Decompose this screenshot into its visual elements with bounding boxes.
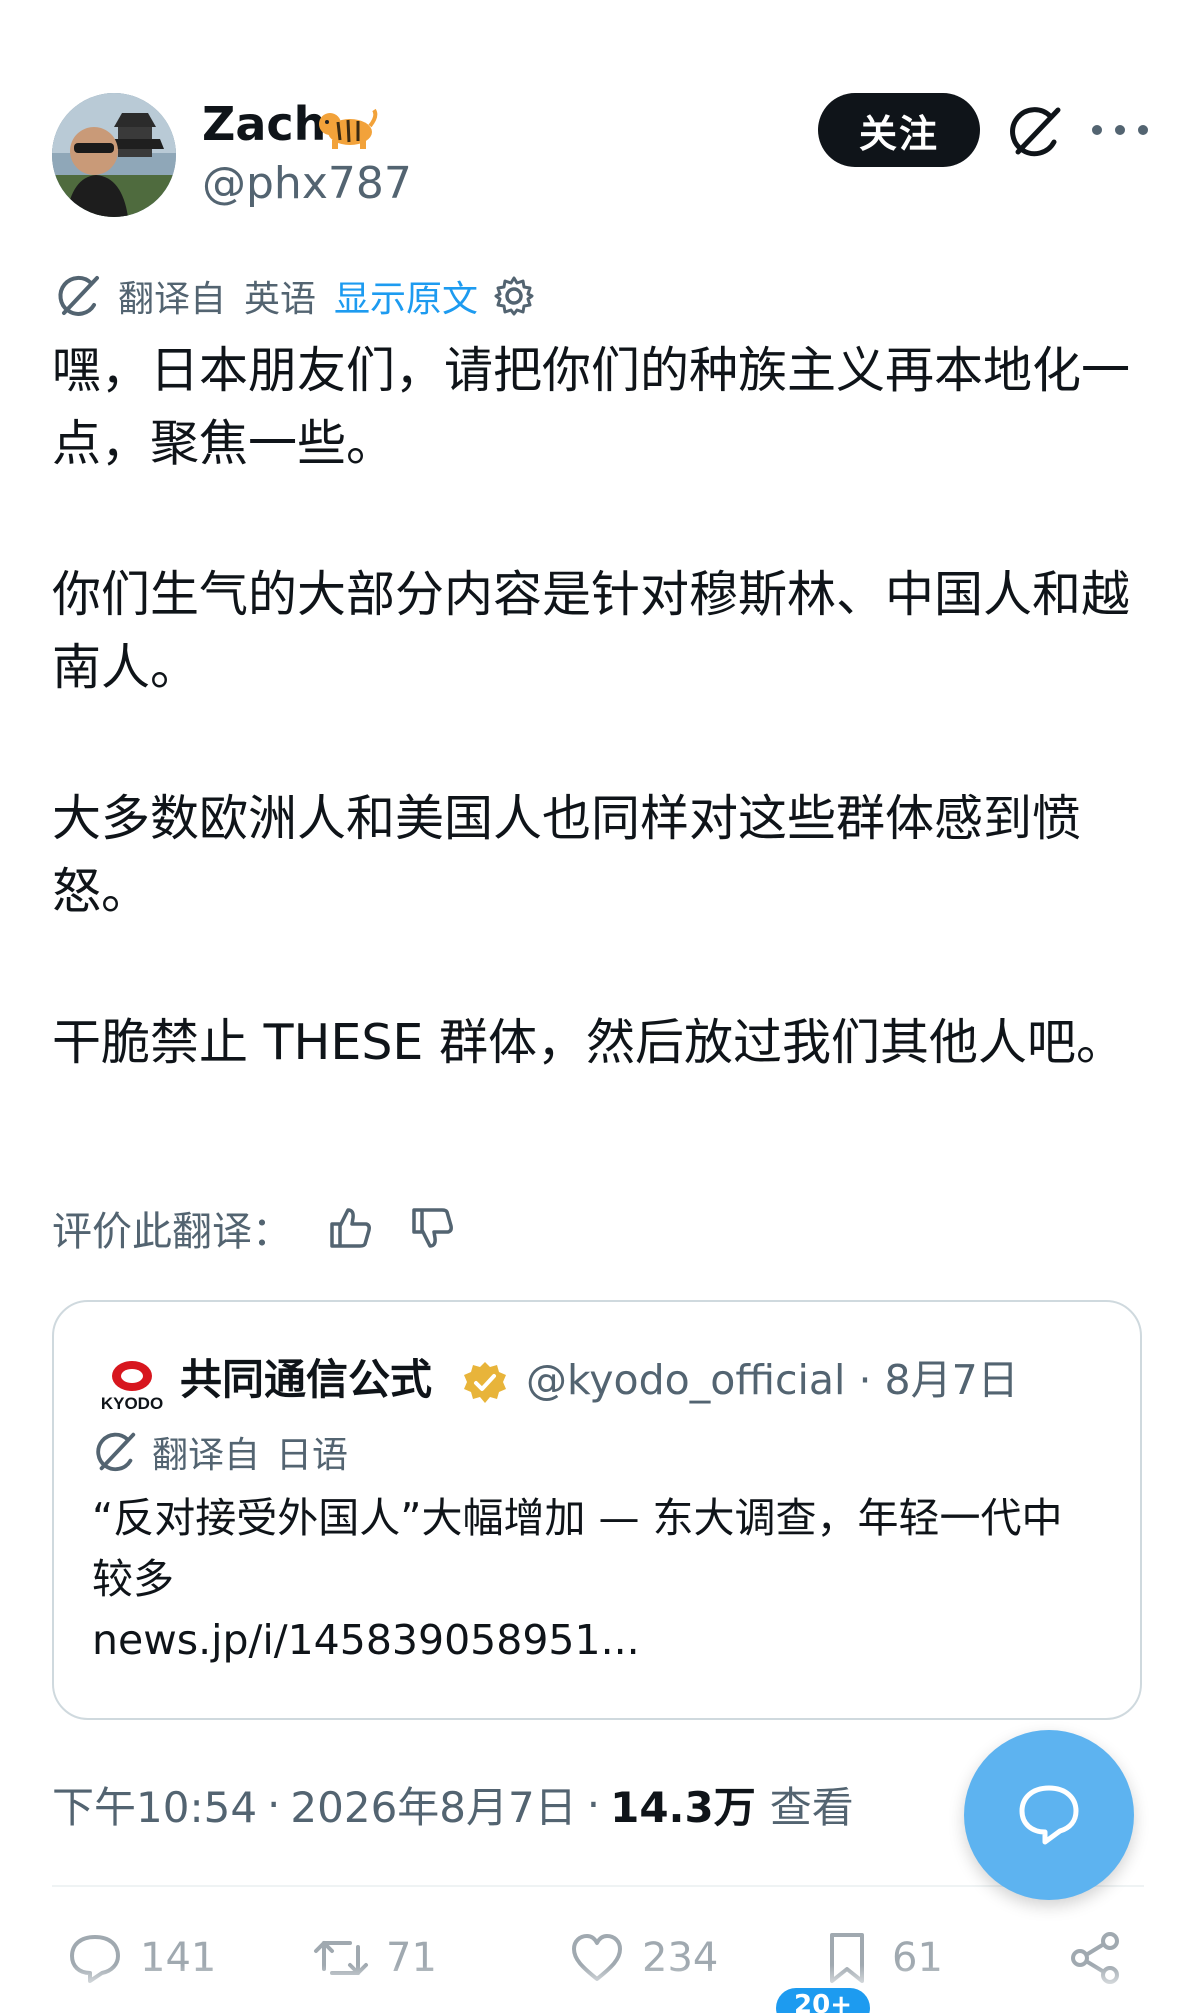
separator-dot: · bbox=[267, 1779, 281, 1829]
new-posts-pill[interactable]: 20+ bbox=[776, 1988, 870, 2013]
source-language: 英语 bbox=[244, 279, 317, 320]
more-icon[interactable] bbox=[1092, 110, 1148, 150]
quoted-author-name[interactable]: 共同通信公式 bbox=[180, 1352, 432, 1408]
gear-icon[interactable] bbox=[492, 274, 536, 318]
tweet-time[interactable]: 下午10:54 bbox=[52, 1774, 257, 1835]
translated-from-label: 翻译自 bbox=[152, 1435, 261, 1476]
tweet-detail-page: Zach @phx787 关注 翻译自 英语 显示原文 嘿，日本朋友们，请把你们… bbox=[0, 0, 1200, 2013]
rate-translation-label: 评价此翻译： bbox=[52, 1209, 292, 1255]
tweet-text: 嘿，日本朋友们，请把你们的种族主义再本地化一点，聚焦一些。 你们生气的大部分内容… bbox=[52, 334, 1152, 1079]
separator-dot: · bbox=[586, 1779, 601, 1829]
translated-from-label: 翻译自 bbox=[118, 279, 227, 320]
bottom-fade bbox=[0, 1965, 1200, 2013]
grok-icon[interactable] bbox=[1006, 102, 1066, 162]
grok-translate-icon bbox=[58, 275, 99, 316]
quoted-handle-date: @kyodo_official · 8月7日 bbox=[526, 1356, 1019, 1404]
author-handle[interactable]: @phx787 bbox=[202, 156, 412, 212]
kyodo-logo: KYODO bbox=[101, 1361, 163, 1413]
tweet-paragraph: 你们生气的大部分内容是针对穆斯林、中国人和越南人。 bbox=[52, 566, 1131, 696]
quoted-tweet-card[interactable]: KYODO 共同通信公式 @kyodo_official · 8月7日 翻译自 … bbox=[52, 1300, 1142, 1720]
views-label: 查看 bbox=[769, 1782, 854, 1832]
views-count: 14.3万 bbox=[610, 1782, 756, 1832]
translation-bar: 翻译自 英语 显示原文 bbox=[54, 268, 536, 324]
quoted-translation-bar: 翻译自 日语 bbox=[92, 1424, 348, 1480]
divider bbox=[52, 1885, 1144, 1887]
svg-text:KYODO: KYODO bbox=[101, 1394, 163, 1413]
chat-bubble-icon bbox=[1019, 1785, 1079, 1845]
quoted-headline: “反对接受外国人”大幅增加 — 东大调查，年轻一代中较多 bbox=[92, 1494, 1063, 1603]
avatar[interactable] bbox=[52, 93, 176, 217]
rate-translation: 评价此翻译： bbox=[52, 1198, 456, 1258]
compose-reply-button[interactable] bbox=[964, 1730, 1134, 1900]
tiger-emoji-icon bbox=[318, 104, 378, 150]
tweet-paragraph: 嘿，日本朋友们，请把你们的种族主义再本地化一点，聚焦一些。 bbox=[52, 342, 1131, 472]
show-original-link[interactable]: 显示原文 bbox=[334, 270, 478, 322]
tweet-paragraph: 干脆禁止 THESE 群体，然后放过我们其他人吧。 bbox=[52, 1014, 1125, 1071]
tweet-meta: 下午10:54 · 2026年8月7日 · 14.3万 查看 bbox=[52, 1774, 854, 1834]
source-language: 日语 bbox=[276, 1435, 349, 1476]
tweet-date[interactable]: 2026年8月7日 bbox=[290, 1774, 576, 1835]
tweet-paragraph: 大多数欧洲人和美国人也同样对这些群体感到愤怒。 bbox=[52, 790, 1082, 920]
thumbs-down-icon[interactable] bbox=[408, 1204, 456, 1252]
follow-button[interactable]: 关注 bbox=[818, 93, 980, 167]
quoted-link[interactable]: news.jp/i/145839058951... bbox=[92, 1610, 1092, 1671]
thumbs-up-icon[interactable] bbox=[326, 1204, 374, 1252]
author-display-name[interactable]: Zach bbox=[202, 94, 326, 154]
verified-badge-icon bbox=[464, 1362, 506, 1403]
grok-translate-icon bbox=[96, 1432, 136, 1472]
quoted-tweet-text: “反对接受外国人”大幅增加 — 东大调查，年轻一代中较多 news.jp/i/1… bbox=[92, 1488, 1092, 1671]
